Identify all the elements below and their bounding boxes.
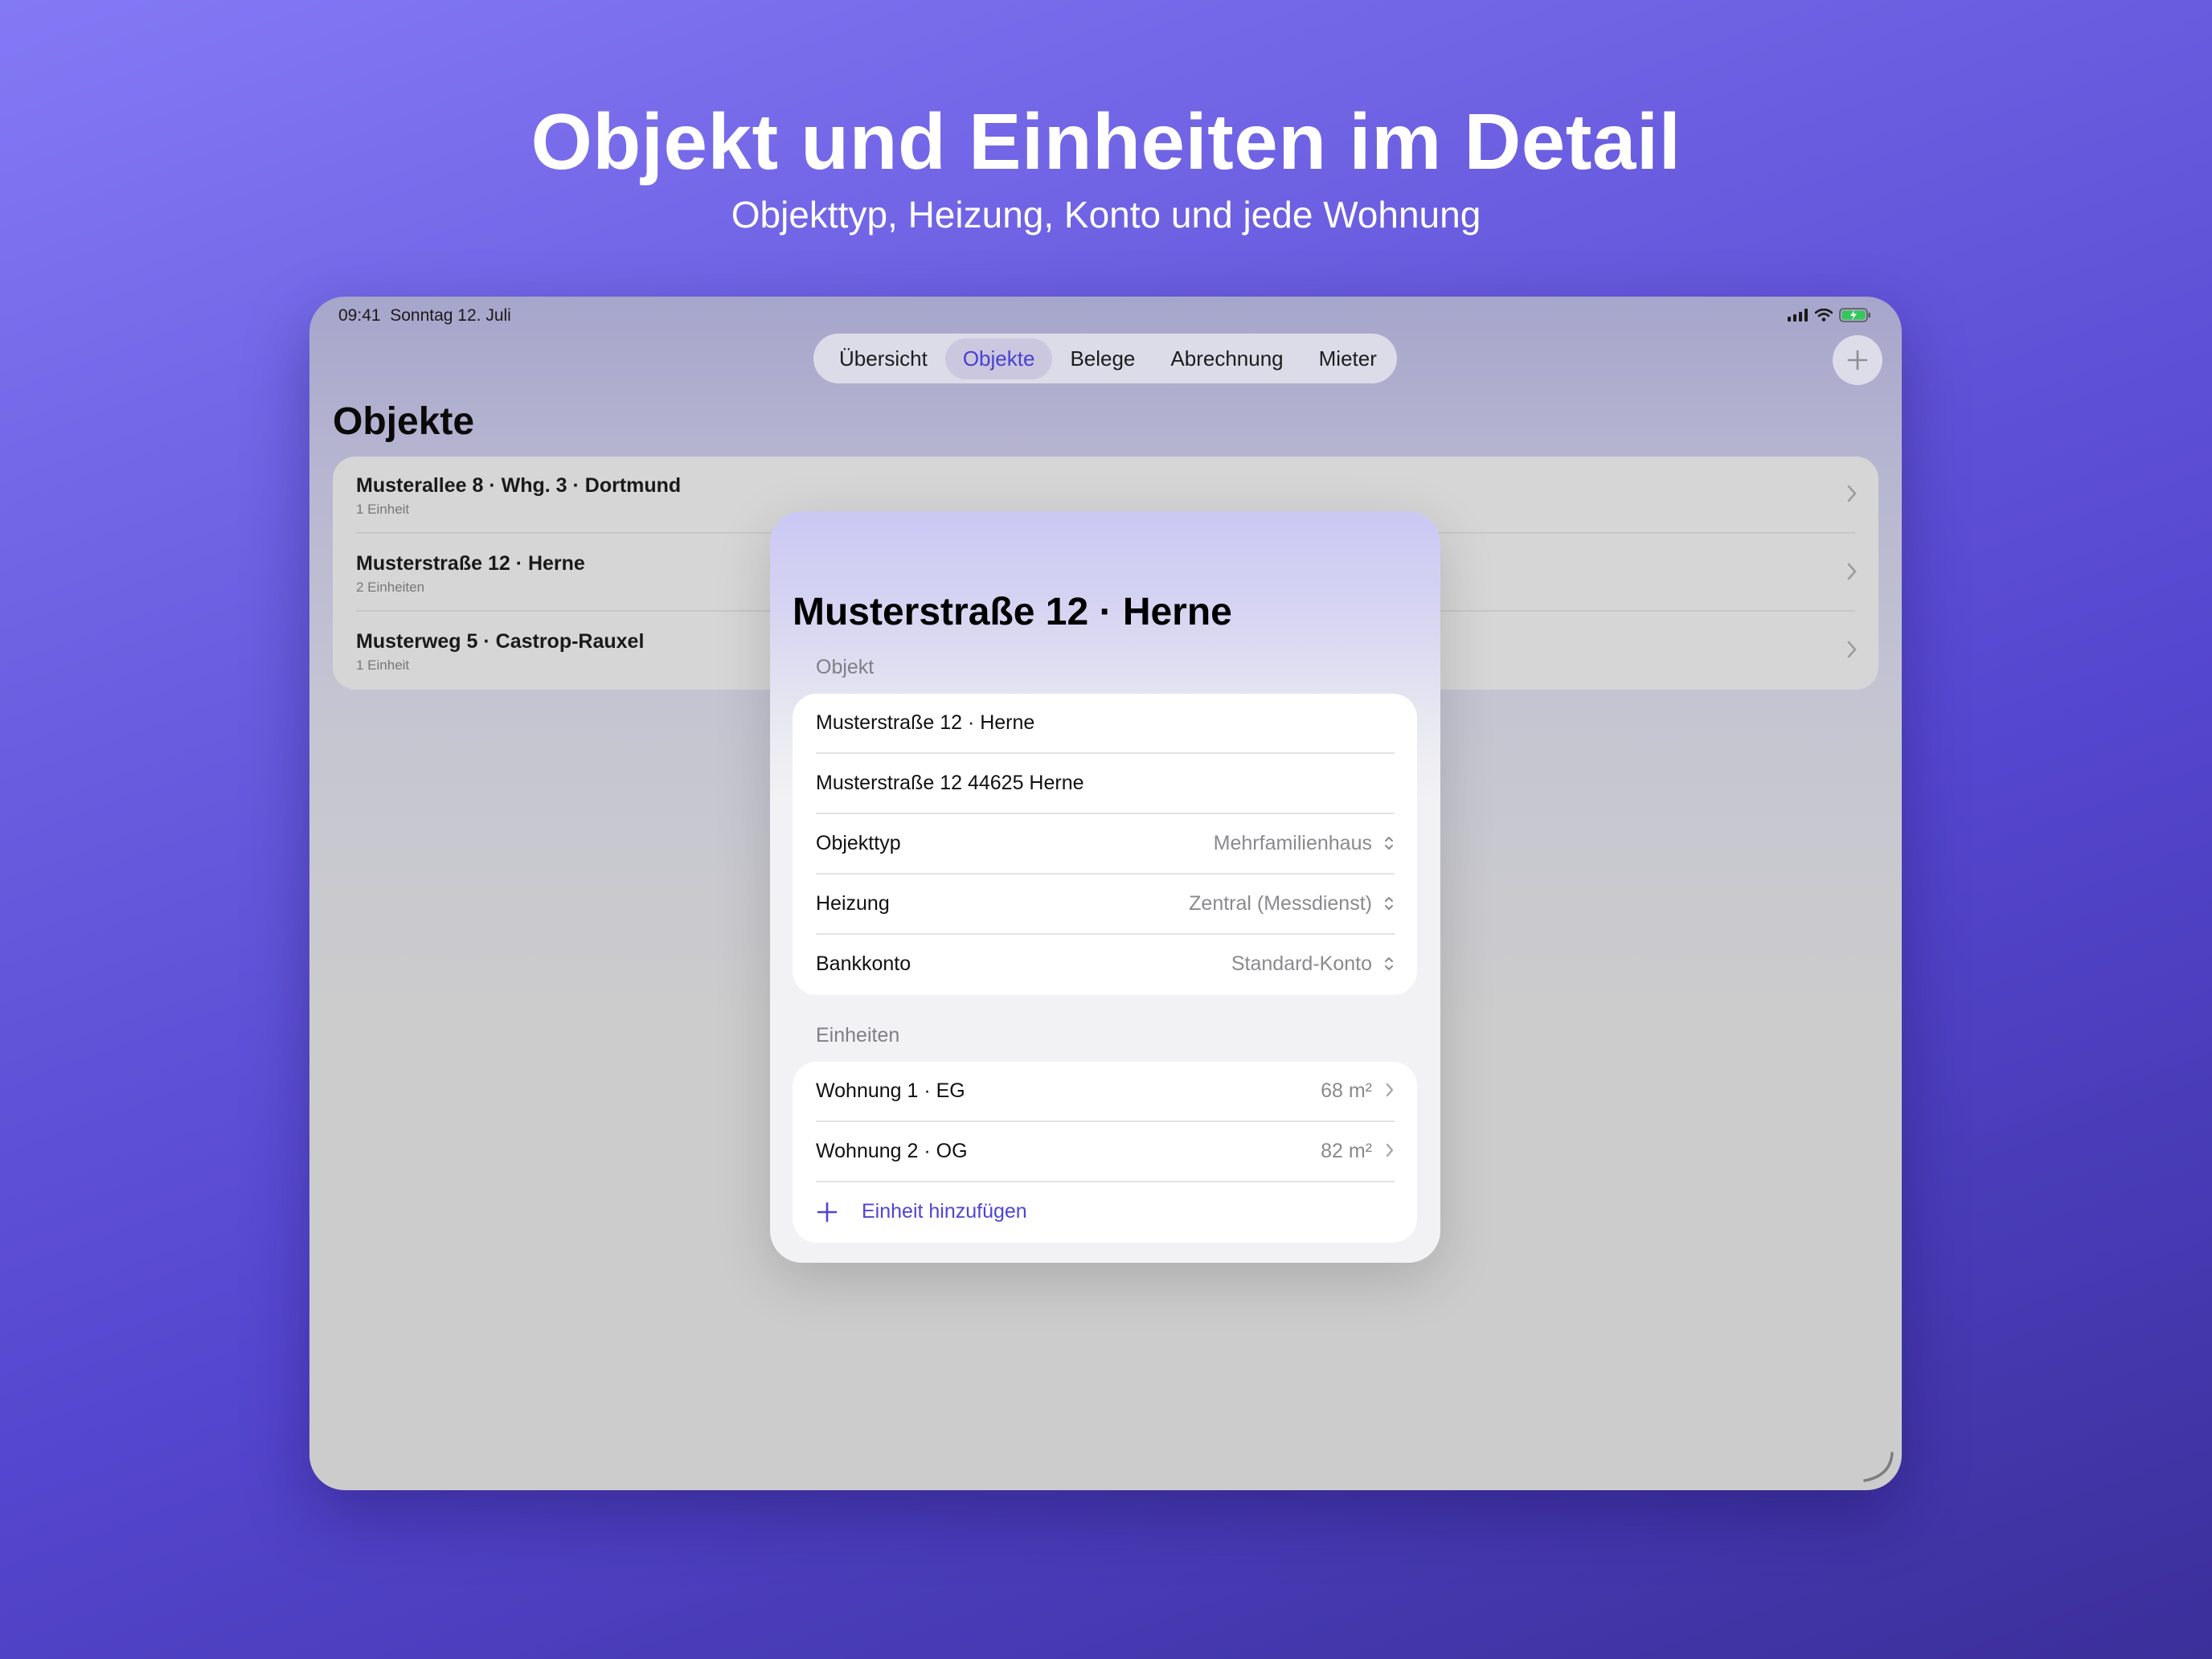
chevron-up-down-icon	[1385, 897, 1393, 910]
tab-objekte[interactable]: Objekte	[944, 338, 1053, 379]
chevron-right-icon	[1386, 1143, 1394, 1157]
status-icons	[1788, 308, 1871, 322]
property-title: Musterweg 5 · Castrop-Rauxel	[356, 630, 645, 653]
object-address-value: Musterstraße 12 44625 Herne	[816, 772, 1084, 794]
hero-title: Objekt und Einheiten im Detail	[530, 97, 1682, 186]
bankkonto-label: Bankkonto	[816, 952, 911, 975]
property-title: Musterstraße 12 · Herne	[356, 552, 585, 575]
unit-row-wohnung-1[interactable]: Wohnung 1 · EG 68 m²	[793, 1062, 1417, 1122]
tab-belege[interactable]: Belege	[1052, 338, 1153, 379]
objekttyp-value: Mehrfamilienhaus	[1213, 832, 1372, 854]
add-unit-label: Einheit hinzufügen	[862, 1200, 1027, 1223]
property-detail-sheet: Musterstraße 12 · Herne Objekt Musterstr…	[770, 511, 1440, 1263]
objekttyp-picker[interactable]: Objekttyp Mehrfamilienhaus	[793, 814, 1417, 875]
tab-abrechnung[interactable]: Abrechnung	[1153, 338, 1301, 379]
plus-icon	[817, 1202, 838, 1223]
chevron-right-icon	[1847, 563, 1857, 580]
wifi-icon	[1815, 309, 1833, 322]
section-label-einheiten: Einheiten	[816, 1024, 900, 1047]
object-name-field[interactable]: Musterstraße 12 · Herne	[793, 694, 1417, 754]
units-group: Wohnung 1 · EG 68 m² Wohnung 2 · OG 82 m…	[793, 1062, 1417, 1243]
hero-subtitle: Objekttyp, Heizung, Konto und jede Wohnu…	[731, 194, 1481, 236]
tab-mieter[interactable]: Mieter	[1301, 338, 1395, 379]
status-time-date: 09:41 Sonntag 12. Juli	[338, 306, 511, 325]
chevron-up-down-icon	[1385, 957, 1393, 970]
signal-icon	[1788, 309, 1808, 322]
tab-uebersicht[interactable]: Übersicht	[821, 338, 945, 379]
unit-label: Wohnung 1 · EG	[816, 1079, 965, 1102]
chevron-right-icon	[1847, 641, 1857, 658]
tab-bar: Übersicht Objekte Belege Abrechnung Miet…	[813, 334, 1397, 383]
bankkonto-value: Standard-Konto	[1231, 952, 1372, 975]
property-subtitle: 1 Einheit	[356, 657, 410, 673]
object-name-value: Musterstraße 12 · Herne	[816, 711, 1035, 734]
unit-area: 68 m²	[1321, 1079, 1372, 1102]
property-title: Musterallee 8 · Whg. 3 · Dortmund	[356, 474, 682, 497]
heizung-picker[interactable]: Heizung Zentral (Messdienst)	[793, 875, 1417, 935]
heizung-value: Zentral (Messdienst)	[1189, 892, 1372, 915]
unit-row-wohnung-2[interactable]: Wohnung 2 · OG 82 m²	[793, 1122, 1417, 1182]
battery-charging-icon	[1839, 308, 1870, 322]
object-address-field[interactable]: Musterstraße 12 44625 Herne	[793, 754, 1417, 814]
objekttyp-label: Objekttyp	[816, 832, 901, 854]
chevron-right-icon	[1847, 485, 1857, 502]
chevron-right-icon	[1386, 1083, 1394, 1097]
unit-area: 82 m²	[1321, 1140, 1372, 1162]
sheet-title: Musterstraße 12 · Herne	[793, 591, 1232, 633]
page-title: Objekte	[333, 400, 475, 443]
heizung-label: Heizung	[816, 892, 890, 915]
section-label-objekt: Objekt	[816, 656, 875, 678]
add-property-button[interactable]	[1833, 335, 1882, 385]
add-unit-button[interactable]: Einheit hinzufügen	[793, 1182, 1417, 1243]
property-subtitle: 2 Einheiten	[356, 580, 425, 595]
chevron-up-down-icon	[1385, 837, 1393, 850]
object-group: Musterstraße 12 · Herne Musterstraße 12 …	[793, 694, 1417, 995]
plus-icon	[1847, 350, 1868, 371]
resize-handle-icon[interactable]	[1860, 1448, 1895, 1484]
bankkonto-picker[interactable]: Bankkonto Standard-Konto	[793, 935, 1417, 995]
property-subtitle: 1 Einheit	[356, 502, 410, 517]
unit-label: Wohnung 2 · OG	[816, 1140, 968, 1162]
